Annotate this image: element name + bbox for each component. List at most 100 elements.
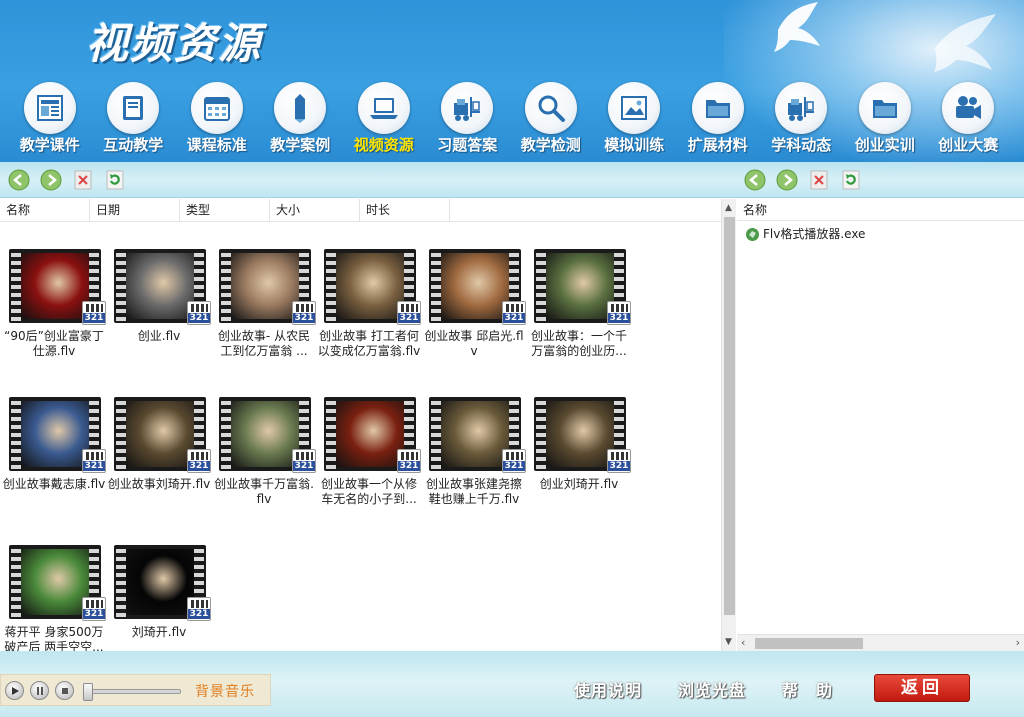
thumbnail-grid: 321 “90后”创业富豪丁仕源.flv 321 创业.flv 321 创业故事- 从农民… bbox=[0, 229, 721, 651]
media-player-badge-icon: 321 bbox=[82, 597, 106, 621]
browse-disc-button[interactable]: 浏览光盘 bbox=[678, 677, 746, 701]
right-file-list: Flv格式播放器.exe bbox=[745, 225, 865, 243]
folder-icon bbox=[705, 100, 730, 118]
courseware-icon bbox=[36, 95, 63, 121]
vertical-scrollbar[interactable]: ▲ ▼ bbox=[721, 199, 736, 651]
column-header-name[interactable]: 名称 bbox=[737, 199, 1024, 222]
film-perforation bbox=[536, 249, 546, 323]
nav-item-label: 扩展材料 bbox=[687, 136, 748, 154]
column-header-name[interactable]: 名称 bbox=[0, 199, 90, 222]
scroll-up-icon[interactable]: ▲ bbox=[725, 203, 732, 213]
video-preview bbox=[126, 253, 194, 319]
film-perforation bbox=[221, 249, 231, 323]
nav-item-label: 课程标准 bbox=[186, 136, 247, 154]
nav-item-7[interactable]: 模拟训练 bbox=[593, 80, 677, 160]
video-file-name: 创业故事- 从农民工到亿万富翁 ... bbox=[217, 329, 311, 358]
nav-icon-circle bbox=[858, 82, 911, 134]
refresh-icon bbox=[842, 170, 860, 190]
manual-button[interactable]: 使用说明 bbox=[574, 677, 642, 701]
media-player-badge-icon: 321 bbox=[292, 301, 316, 325]
pause-button[interactable] bbox=[30, 681, 49, 700]
stop-button[interactable] bbox=[55, 681, 74, 700]
media-player-badge-icon: 321 bbox=[502, 449, 526, 473]
media-player-badge-icon: 321 bbox=[82, 449, 106, 473]
video-file-pane: 名称 日期 类型 大小 时长 321 “90后”创业富豪丁仕源.flv 321 创业.… bbox=[0, 199, 721, 651]
scrollbar-thumb[interactable] bbox=[724, 217, 735, 615]
media-player-badge-icon: 321 bbox=[607, 301, 631, 325]
column-header-size[interactable]: 大小 bbox=[270, 199, 360, 222]
volume-slider[interactable] bbox=[83, 683, 181, 701]
nav-item-5[interactable]: 习题答案 bbox=[426, 80, 510, 160]
help-button[interactable]: 帮 助 bbox=[782, 677, 833, 701]
stop-button[interactable] bbox=[72, 169, 94, 191]
music-player: 背景音乐 bbox=[0, 674, 271, 706]
video-file-name: 蒋开平 身家500万破产后 两手空空... bbox=[4, 625, 104, 651]
nav-item-8[interactable]: 扩展材料 bbox=[676, 80, 760, 160]
arrow-left-icon bbox=[8, 169, 30, 191]
nav-item-11[interactable]: 创业大赛 bbox=[927, 80, 1011, 160]
right-forward-arrow-button[interactable] bbox=[776, 169, 798, 191]
play-button[interactable] bbox=[5, 681, 24, 700]
app-title: 视频资源 bbox=[86, 19, 263, 68]
column-header-type[interactable]: 类型 bbox=[180, 199, 270, 222]
app-window: 视频资源 教学课件 互动教学 课程标准 教学案例 视频资源 习题答案 教学检测 模拟训练 扩展材… bbox=[0, 0, 1024, 717]
refresh-button[interactable] bbox=[104, 169, 126, 191]
video-file-name: 创业故事戴志康.flv bbox=[2, 477, 106, 491]
nav-item-label: 视频资源 bbox=[353, 136, 414, 154]
return-button[interactable]: 返回 bbox=[874, 674, 970, 702]
horizontal-scrollbar[interactable]: ‹ › bbox=[737, 634, 1024, 651]
film-perforation bbox=[116, 397, 126, 471]
column-header-date[interactable]: 日期 bbox=[90, 199, 180, 222]
nav-icon-circle bbox=[23, 82, 76, 134]
background-music-label: 背景音乐 bbox=[195, 684, 255, 700]
scroll-down-icon[interactable]: ▼ bbox=[725, 637, 732, 647]
nav-item-0[interactable]: 教学课件 bbox=[8, 80, 92, 160]
list-item[interactable]: Flv格式播放器.exe bbox=[745, 225, 865, 243]
nav-item-1[interactable]: 互动教学 bbox=[92, 80, 176, 160]
calendar-icon bbox=[203, 97, 230, 121]
back-arrow-button[interactable] bbox=[8, 169, 30, 191]
nav-item-6[interactable]: 教学检测 bbox=[509, 80, 593, 160]
video-preview bbox=[231, 253, 299, 319]
footer-bar: 背景音乐 使用说明 浏览光盘 帮 助 返回 bbox=[0, 651, 1024, 717]
nav-item-3[interactable]: 教学案例 bbox=[259, 80, 343, 160]
scroll-left-icon[interactable]: ‹ bbox=[741, 636, 745, 649]
video-preview bbox=[441, 401, 509, 467]
media-player-badge-icon: 321 bbox=[292, 449, 316, 473]
nav-icon-circle bbox=[190, 82, 243, 134]
film-perforation bbox=[431, 397, 441, 471]
nav-item-9[interactable]: 学科动态 bbox=[760, 80, 844, 160]
slider-knob[interactable] bbox=[83, 683, 93, 701]
video-file-name: 刘琦开.flv bbox=[131, 625, 187, 639]
nav-item-10[interactable]: 创业实训 bbox=[843, 80, 927, 160]
pencil-icon bbox=[295, 94, 306, 123]
forward-arrow-button[interactable] bbox=[40, 169, 62, 191]
pause-icon bbox=[37, 687, 43, 695]
nav-item-label: 创业实训 bbox=[854, 136, 915, 154]
video-file-name: 创业故事 邱启光.flv bbox=[424, 329, 524, 358]
film-perforation bbox=[116, 545, 126, 619]
column-headers: 名称 日期 类型 大小 时长 bbox=[0, 199, 721, 222]
scroll-right-icon[interactable]: › bbox=[1016, 636, 1020, 649]
arrow-right-icon bbox=[40, 169, 62, 191]
right-back-arrow-button[interactable] bbox=[744, 169, 766, 191]
film-perforation bbox=[536, 397, 546, 471]
nav-icon-circle bbox=[608, 82, 661, 134]
folder-icon bbox=[872, 100, 897, 118]
scrollbar-thumb[interactable] bbox=[755, 638, 863, 649]
nav-item-label: 习题答案 bbox=[437, 136, 498, 154]
video-file-name: 创业刘琦开.flv bbox=[539, 477, 619, 491]
nav-item-2[interactable]: 课程标准 bbox=[175, 80, 259, 160]
laptop-icon bbox=[369, 98, 398, 119]
media-player-badge-icon: 321 bbox=[187, 449, 211, 473]
video-preview bbox=[21, 549, 89, 615]
video-file-name: 创业故事张建尧擦鞋也赚上千万.flv bbox=[425, 477, 522, 506]
video-file-name: 创业故事：一个千万富翁的创业历... bbox=[530, 329, 627, 358]
nav-item-4[interactable]: 视频资源 bbox=[342, 80, 426, 160]
right-stop-button[interactable] bbox=[808, 169, 830, 191]
column-header-duration[interactable]: 时长 bbox=[360, 199, 450, 222]
media-player-badge-icon: 321 bbox=[187, 301, 211, 325]
film-perforation bbox=[11, 249, 21, 323]
right-refresh-button[interactable] bbox=[840, 169, 862, 191]
forklift-icon bbox=[454, 97, 481, 121]
